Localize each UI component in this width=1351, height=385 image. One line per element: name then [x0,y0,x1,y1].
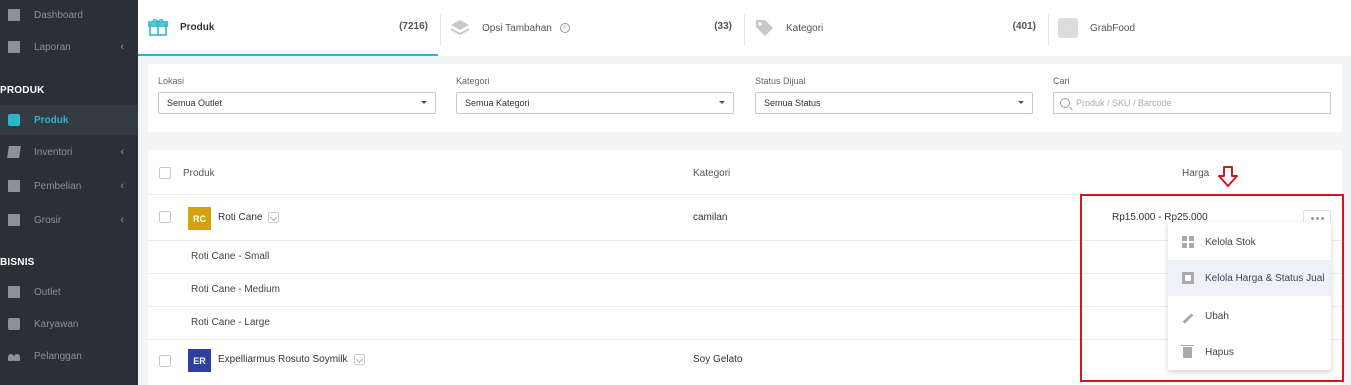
annotation-arrow-down-icon [1218,166,1238,187]
tab-label: Opsi Tambahan [482,22,552,34]
expand-variants-icon[interactable] [353,354,365,365]
product-avatar: RC [188,207,211,230]
layers-icon [450,18,470,38]
product-name-cell: Roti Cane [218,212,280,224]
select-all-checkbox[interactable] [159,167,171,179]
tab-kategori[interactable]: Kategori (401) [746,0,1046,56]
tab-divider [440,14,441,46]
expand-variants-icon[interactable] [268,212,280,223]
select-value: Semua Outlet [167,98,223,108]
chevron-left-icon: ‹ [120,146,124,158]
tab-grabfood[interactable]: GrabFood [1050,0,1350,56]
sidebar-item-laporan[interactable]: Laporan ‹ [0,32,138,62]
select-value: Semua Kategori [465,98,530,108]
sidebar-item-label: Pelanggan [34,350,82,362]
tab-label: Kategori [786,22,824,34]
chevron-left-icon: ‹ [120,41,124,53]
caret-down-icon [1018,101,1024,104]
filter-panel: Lokasi Semua Outlet Kategori Semua Kateg… [148,64,1342,132]
info-icon[interactable]: i [559,23,570,33]
select-value: Semua Status [764,98,821,108]
tab-divider [744,14,745,46]
variant-name: Roti Cane - Large [191,317,270,328]
sidebar-item-grosir[interactable]: Grosir ‹ [0,205,138,235]
product-category: camilan [693,212,728,223]
sidebar-item-label: Pembelian [34,180,82,192]
report-icon [8,41,20,53]
chevron-left-icon: ‹ [120,214,124,226]
product-name-cell: Expelliarmus Rosuto Soymilk [218,354,365,365]
product-name: Expelliarmus Rosuto Soymilk [218,354,348,366]
sidebar-item-label: Dashboard [34,9,83,21]
wholesale-icon [8,214,20,226]
store-icon [8,286,20,298]
sidebar-item-karyawan[interactable]: Karyawan [0,309,138,339]
sidebar-item-outlet[interactable]: Outlet [0,277,138,307]
chevron-left-icon: ‹ [120,180,124,192]
dashboard-icon [8,9,20,21]
filter-label: Status Dijual [755,76,806,86]
sidebar-item-label: Karyawan [34,318,79,330]
column-header-harga: Harga [1182,168,1210,179]
tab-divider [1048,14,1049,46]
filter-label: Lokasi [158,76,185,86]
sidebar-item-pembelian[interactable]: Pembelian ‹ [0,171,138,201]
employee-icon [8,318,20,330]
search-icon [1060,98,1070,108]
variant-name: Roti Cane - Small [191,251,270,262]
sidebar-item-label: Outlet [34,286,61,298]
column-header-produk: Produk [183,168,215,179]
column-header-kategori: Kategori [693,168,731,179]
kategori-select[interactable]: Semua Kategori [456,92,734,114]
filter-cari: Cari [1053,76,1331,114]
status-select[interactable]: Semua Status [755,92,1033,114]
product-category: Soy Gelato [693,354,743,365]
sidebar-item-dashboard[interactable]: Dashboard [0,0,138,30]
tab-count: (401) [1012,21,1036,32]
lokasi-select[interactable]: Semua Outlet [158,92,436,114]
table-header-row: Produk Kategori Harga [148,150,1342,195]
tab-count: (7216) [399,21,428,32]
variant-name: Roti Cane - Medium [191,284,280,295]
sidebar-item-label: Grosir [34,214,62,226]
tag-icon [754,18,774,38]
sidebar-item-inventori[interactable]: Inventori ‹ [0,137,138,167]
caret-down-icon [719,101,725,104]
product-name: Roti Cane [218,212,263,224]
tab-produk[interactable]: Produk (7216) [138,0,438,56]
gift-box-icon [148,17,168,37]
tab-label: Produk [180,21,215,33]
tab-label: GrabFood [1090,22,1136,34]
purchase-icon [8,180,20,192]
sidebar-item-label: Laporan [34,41,71,53]
caret-down-icon [421,101,427,104]
sidebar-item-label: Produk [34,114,69,126]
tab-bar: Produk (7216) Opsi Tambahan i (33) Kateg… [138,0,1351,56]
search-box[interactable] [1053,92,1331,114]
sidebar-item-label: Inventori [34,146,73,158]
inventory-icon [7,146,21,158]
tab-opsi-tambahan[interactable]: Opsi Tambahan i (33) [442,0,742,56]
row-checkbox[interactable] [159,355,171,367]
row-checkbox[interactable] [159,211,171,223]
filter-lokasi: Lokasi Semua Outlet [158,76,436,114]
filter-label: Cari [1053,76,1070,86]
section-heading-bisnis: BISNIS [0,257,35,268]
grabfood-icon [1058,18,1078,38]
product-avatar: ER [188,349,211,372]
filter-kategori: Kategori Semua Kategori [456,76,734,114]
section-heading-produk: PRODUK [0,85,45,96]
customers-icon [8,350,20,362]
sidebar-item-produk[interactable]: Produk [0,105,138,135]
shopping-bag-icon [8,114,20,126]
annotation-highlight-box [1080,194,1344,382]
filter-status: Status Dijual Semua Status [755,76,1033,114]
sidebar: Dashboard Laporan ‹ PRODUK Produk Invent… [0,0,138,385]
sidebar-item-pelanggan[interactable]: Pelanggan [0,341,138,371]
tab-count: (33) [714,21,732,32]
search-input[interactable] [1076,94,1316,112]
filter-label: Kategori [456,76,490,86]
